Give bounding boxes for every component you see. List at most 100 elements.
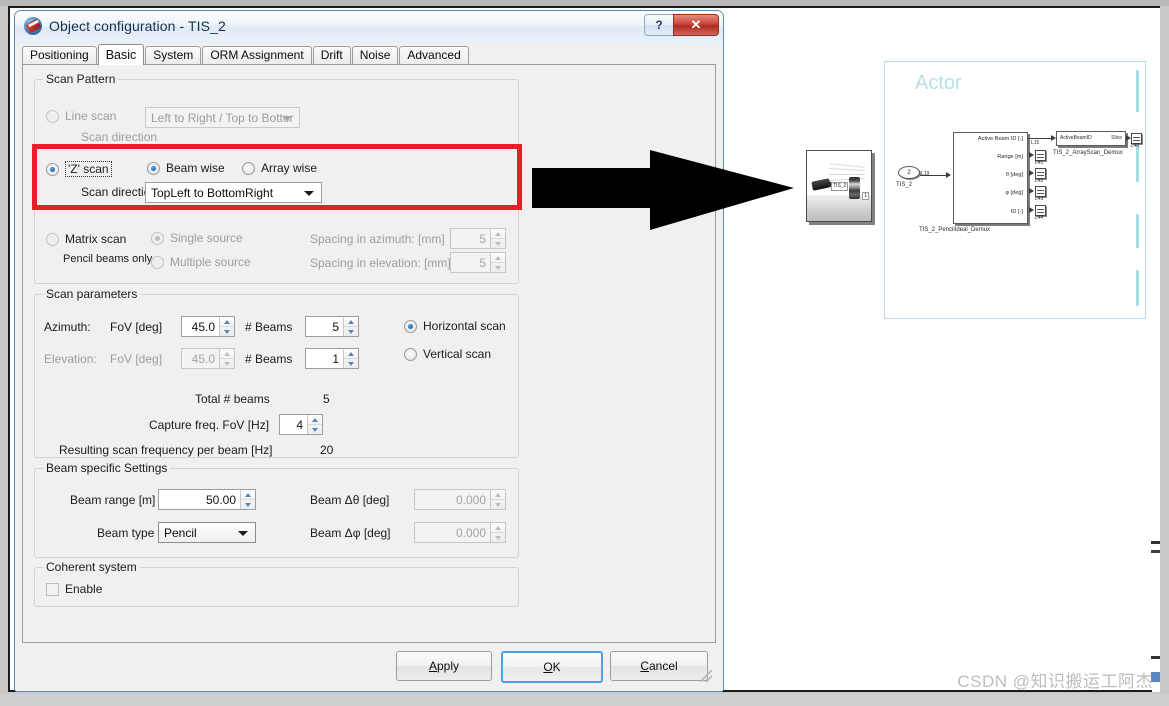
total-beams-label: Total # beams [195, 392, 270, 406]
subsystem-title: Actor [915, 72, 962, 94]
goto-label-1: L41 [1035, 160, 1044, 166]
azimuth-fov-value: 45.0 [191, 319, 215, 334]
spinner-arrows-icon[interactable] [343, 349, 358, 368]
tab-noise[interactable]: Noise [351, 46, 399, 64]
resulting-freq-label: Resulting scan frequency per beam [Hz] [59, 443, 273, 457]
wire-arrow-goto-3 [1029, 188, 1034, 194]
spacing-azimuth-spinner[interactable]: 5 [450, 228, 506, 249]
tab-bar[interactable]: Positioning Basic System ORM Assignment … [22, 44, 716, 65]
line-scan-direction-combo[interactable]: Left to Right / Top to Bottor [145, 107, 300, 128]
cancel-button-rest: ancel [648, 659, 678, 673]
matrix-scan-row[interactable]: Matrix scan [46, 232, 126, 246]
matrix-scan-sublabel: Pencil beams only [63, 253, 153, 265]
horizontal-scan-radio[interactable] [404, 319, 417, 333]
beam-wise-radio[interactable] [147, 161, 160, 175]
help-button[interactable]: ? [644, 14, 673, 36]
vertical-scan-radio[interactable] [404, 347, 417, 361]
chevron-down-icon [304, 190, 314, 196]
spinner-arrows-icon[interactable] [219, 317, 234, 336]
spacing-elevation-spinner[interactable]: 5 [450, 252, 506, 273]
capture-freq-spinner[interactable]: 4 [279, 414, 323, 435]
array-wise-row[interactable]: Array wise [242, 161, 317, 175]
azimuth-beams-spinner[interactable]: 5 [305, 316, 359, 337]
single-source-row[interactable]: Single source [151, 231, 243, 245]
dialog-titlebar[interactable]: Object configuration - TIS_2 ? ✕ [15, 11, 723, 41]
elevation-label: Elevation: [44, 352, 97, 366]
spacing-elevation-value: 5 [479, 255, 486, 270]
azimuth-label: Azimuth: [44, 320, 91, 334]
array-wise-label: Array wise [261, 161, 318, 175]
beam-type-combo[interactable]: Pencil [158, 522, 256, 543]
scrollbar-mark-1 [1151, 541, 1160, 544]
line-scan-radio[interactable] [46, 109, 59, 123]
tab-orm-assignment[interactable]: ORM Assignment [202, 46, 312, 64]
z-scan-direction-combo[interactable]: TopLeft to BottomRight [145, 182, 322, 203]
thumbnail-corner-number: 1 [862, 192, 869, 200]
multiple-source-radio[interactable] [151, 255, 164, 269]
coherent-enable-label: Enable [65, 582, 103, 596]
tab-system[interactable]: System [145, 46, 202, 64]
tab-basic[interactable]: Basic [97, 44, 145, 65]
spinner-arrows-icon[interactable] [219, 349, 234, 368]
spinner-arrows-icon[interactable] [343, 317, 358, 336]
close-button[interactable]: ✕ [673, 14, 719, 36]
elevation-beams-spinner[interactable]: 1 [305, 348, 359, 369]
watermark-text: CSDN @知识搬运工阿杰 [957, 672, 1153, 691]
demux-block[interactable]: Active Beam ID [-] Range [m] θ [deg] φ [… [953, 132, 1028, 224]
scene-thumbnail[interactable]: TIS_2 1 [806, 150, 872, 222]
coherent-enable-checkbox[interactable] [46, 582, 59, 596]
object-configuration-dialog[interactable]: Object configuration - TIS_2 ? ✕ Positio… [14, 10, 724, 692]
scan-pattern-group: Scan Pattern Line scan Scan direction Le… [34, 72, 519, 284]
slice-block[interactable]: ActiveBeamID Slice [1056, 131, 1126, 146]
goto-label-4: L44 [1035, 215, 1044, 221]
cancel-button[interactable]: Cancel [610, 651, 708, 681]
wire-demux-to-slice [1028, 138, 1052, 139]
beam-settings-group: Beam specific Settings Beam range [m] 50… [34, 461, 519, 558]
z-scan-row[interactable]: 'Z' scan [46, 161, 112, 177]
slice-block-caption: TIS_2_ArrayScan_Demux [1053, 150, 1123, 156]
inport-signal-label: L19 [921, 171, 930, 177]
elevation-beams-label: # Beams [245, 352, 293, 366]
canvas-right-scrollbar[interactable] [1152, 8, 1160, 692]
elevation-fov-spinner[interactable]: 45.0 [181, 348, 235, 369]
resize-grip-icon[interactable] [700, 670, 712, 682]
elevation-fov-value: 45.0 [191, 351, 215, 366]
scan-parameters-legend: Scan parameters [43, 287, 141, 301]
ok-button[interactable]: OK [501, 651, 603, 683]
single-source-radio[interactable] [151, 231, 164, 245]
tab-positioning[interactable]: Positioning [22, 46, 97, 64]
inport-number: 2 [907, 169, 911, 176]
vertical-scan-row[interactable]: Vertical scan [404, 347, 491, 361]
z-scan-direction-value: TopLeft to BottomRight [151, 185, 274, 200]
delta-phi-value: 0.000 [455, 525, 486, 540]
tab-drift[interactable]: Drift [312, 46, 351, 64]
spinner-arrows-icon[interactable] [307, 415, 322, 434]
spinner-arrows-icon[interactable] [240, 490, 255, 509]
delta-phi-spinner[interactable]: 0.000 [414, 522, 506, 543]
line-scan-row[interactable]: Line scan [46, 109, 116, 123]
z-scan-radio[interactable] [46, 162, 59, 176]
beam-range-spinner[interactable]: 50.00 [158, 489, 256, 510]
horizontal-scan-row[interactable]: Horizontal scan [404, 319, 506, 333]
matrix-scan-radio[interactable] [46, 232, 59, 246]
beam-wise-row[interactable]: Beam wise [147, 161, 225, 175]
spinner-arrows-icon[interactable] [490, 523, 505, 542]
simulink-subsystem-panel[interactable]: Actor 2 TIS_2 L19 Active Beam ID [-] Ran… [884, 61, 1146, 319]
demux-port-label-0: Active Beam ID [-] [977, 136, 1023, 142]
demux-port-label-2: θ [deg] [1005, 172, 1023, 178]
demux-port-label-1: Range [m] [997, 154, 1023, 160]
target-vehicle-icon [849, 177, 860, 199]
apply-button[interactable]: Apply [396, 651, 492, 681]
multiple-source-row[interactable]: Multiple source [151, 255, 251, 269]
app-icon [24, 17, 42, 35]
azimuth-fov-spinner[interactable]: 45.0 [181, 316, 235, 337]
slice-input-label: ActiveBeamID [1060, 135, 1092, 141]
spinner-arrows-icon[interactable] [490, 229, 505, 248]
spinner-arrows-icon[interactable] [490, 253, 505, 272]
spinner-arrows-icon[interactable] [490, 490, 505, 509]
delta-theta-spinner[interactable]: 0.000 [414, 489, 506, 510]
simulink-inport-block[interactable]: 2 [898, 166, 920, 179]
coherent-enable-row[interactable]: Enable [46, 582, 102, 596]
array-wise-radio[interactable] [242, 161, 255, 175]
tab-advanced[interactable]: Advanced [399, 46, 469, 64]
